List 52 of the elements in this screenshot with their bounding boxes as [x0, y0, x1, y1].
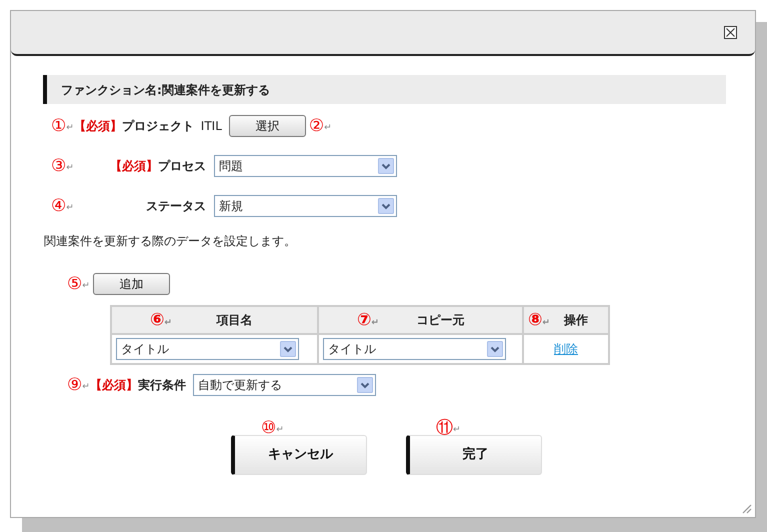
chevron-down-icon [378, 198, 394, 214]
return-mark: ↵ [82, 280, 90, 294]
annotation-number: ⑪ [436, 420, 453, 436]
annotation-number: ⑨ [67, 376, 82, 394]
annotation-number: ⑤ [67, 276, 82, 292]
chevron-down-icon [280, 341, 296, 357]
column-label: 操作 [564, 313, 588, 327]
annotation-number: ⑦ [357, 312, 372, 330]
required-tag: 【必須】 [74, 117, 122, 135]
annotation-number: ⑩ [261, 420, 276, 436]
annotation-number: ⑧ [528, 312, 542, 330]
dropdown[interactable]: 問題 [214, 155, 397, 177]
add-button[interactable]: 追加 [92, 273, 170, 295]
return-mark: ↵ [542, 317, 550, 330]
dropdown[interactable]: 新規 [214, 195, 397, 217]
return-mark: ↵ [324, 122, 332, 136]
footer-button[interactable]: キャンセル [231, 435, 367, 475]
return-mark: ↵ [66, 162, 74, 176]
close-icon[interactable] [724, 26, 737, 39]
return-mark: ↵ [276, 424, 284, 438]
return-mark: ↵ [164, 317, 172, 330]
annotation-number: ② [308, 118, 324, 134]
return-mark: ↵ [66, 202, 74, 216]
delete-link[interactable]: 削除 [554, 342, 578, 356]
annotation-number: ① [51, 118, 66, 134]
select-button[interactable]: 選択 [228, 115, 306, 137]
return-mark: ↵ [82, 381, 90, 394]
column-label: 項目名 [216, 313, 252, 327]
required-tag: 【必須】 [110, 157, 158, 175]
resize-grip-icon[interactable] [741, 503, 752, 514]
field-label: プロジェクト [122, 118, 194, 135]
field-value: ITIL [200, 118, 222, 135]
dropdown[interactable]: タイトル [323, 338, 506, 360]
function-heading: ファンクション名:関連案件を更新する [43, 75, 726, 104]
annotation-number: ⑥ [150, 312, 164, 330]
annotation-number: ④ [51, 198, 66, 214]
chevron-down-icon [487, 341, 503, 357]
chevron-down-icon [378, 158, 394, 174]
annotation-number: ③ [51, 158, 66, 174]
return-mark: ↵ [66, 122, 74, 136]
field-label: ステータス [146, 198, 206, 215]
required-tag: 【必須】 [90, 376, 138, 394]
field-label: 実行条件 [138, 377, 186, 394]
description-text: 関連案件を更新する際のデータを設定します。 [44, 233, 297, 250]
footer-button[interactable]: 完了 [406, 435, 542, 475]
field-label: プロセス [158, 158, 206, 175]
return-mark: ↵ [453, 424, 461, 438]
dropdown[interactable]: 自動で更新する [192, 374, 376, 396]
column-label: コピー元 [416, 313, 464, 327]
return-mark: ↵ [371, 317, 379, 330]
dropdown[interactable]: タイトル [116, 338, 299, 360]
chevron-down-icon [356, 377, 373, 393]
